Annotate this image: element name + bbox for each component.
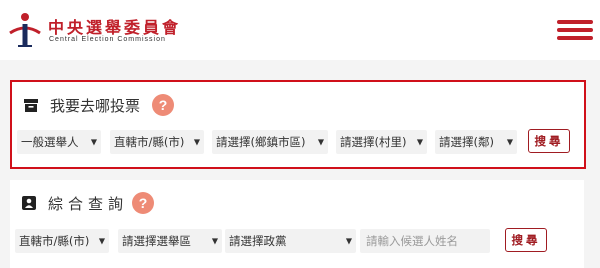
voting-location-panel: 我要去哪投票 ? 一般選舉人 ▼ 直轄市/縣(市) ▼ 請選擇(鄉鎮市區) ▼ …: [10, 80, 586, 169]
chevron-down-icon: ▼: [317, 137, 324, 147]
city-county-select[interactable]: 直轄市/縣(市) ▼: [110, 130, 204, 154]
chevron-down-icon: ▼: [98, 236, 105, 246]
chevron-down-icon: ▼: [90, 137, 97, 147]
logo-mark-icon: [9, 13, 41, 47]
chevron-down-icon: ▼: [345, 236, 352, 246]
chevron-down-icon: ▼: [211, 236, 218, 246]
site-logo[interactable]: 中央選舉委員會 Central Election Commission: [8, 11, 178, 49]
hamburger-menu-icon[interactable]: [557, 20, 593, 42]
chevron-down-icon: ▼: [506, 137, 513, 147]
voting-location-form: 一般選舉人 ▼ 直轄市/縣(市) ▼ 請選擇(鄉鎮市區) ▼ 請選擇(村里) ▼…: [12, 82, 584, 167]
township-value: 請選擇(鄉鎮市區): [216, 135, 306, 149]
logo-subtitle: Central Election Commission: [49, 36, 166, 43]
electoral-district-value: 請選擇選舉區: [122, 234, 191, 248]
party-value: 請選擇政黨: [229, 234, 287, 248]
city-county-value: 直轄市/縣(市): [114, 135, 185, 149]
candidate-name-input[interactable]: 請輸入候選人姓名: [360, 229, 490, 253]
neighborhood-value: 請選擇(鄰): [439, 135, 494, 149]
site-header: 中央選舉委員會 Central Election Commission: [0, 0, 600, 60]
general-query-panel: 綜合查詢 ? 直轄市/縣(市) ▼ 請選擇選舉區 ▼ 請選擇政黨 ▼ 請輸入候選…: [10, 180, 584, 268]
party-select[interactable]: 請選擇政黨 ▼: [225, 229, 356, 253]
village-value: 請選擇(村里): [340, 135, 407, 149]
voting-location-search-button[interactable]: 搜尋: [528, 129, 570, 153]
city-county-value: 直轄市/縣(市): [19, 234, 90, 248]
voter-type-select[interactable]: 一般選舉人 ▼: [17, 130, 101, 154]
logo-title: 中央選舉委員會: [48, 18, 182, 37]
neighborhood-select[interactable]: 請選擇(鄰) ▼: [435, 130, 517, 154]
village-select[interactable]: 請選擇(村里) ▼: [336, 130, 427, 154]
general-query-form: 直轄市/縣(市) ▼ 請選擇選舉區 ▼ 請選擇政黨 ▼ 請輸入候選人姓名 搜尋: [10, 180, 584, 268]
city-county-select[interactable]: 直轄市/縣(市) ▼: [15, 229, 109, 253]
electoral-district-select[interactable]: 請選擇選舉區 ▼: [118, 229, 222, 253]
chevron-down-icon: ▼: [193, 137, 200, 147]
voter-type-value: 一般選舉人: [21, 135, 79, 149]
township-select[interactable]: 請選擇(鄉鎮市區) ▼: [212, 130, 328, 154]
general-query-search-button[interactable]: 搜尋: [505, 228, 547, 252]
chevron-down-icon: ▼: [416, 137, 423, 147]
